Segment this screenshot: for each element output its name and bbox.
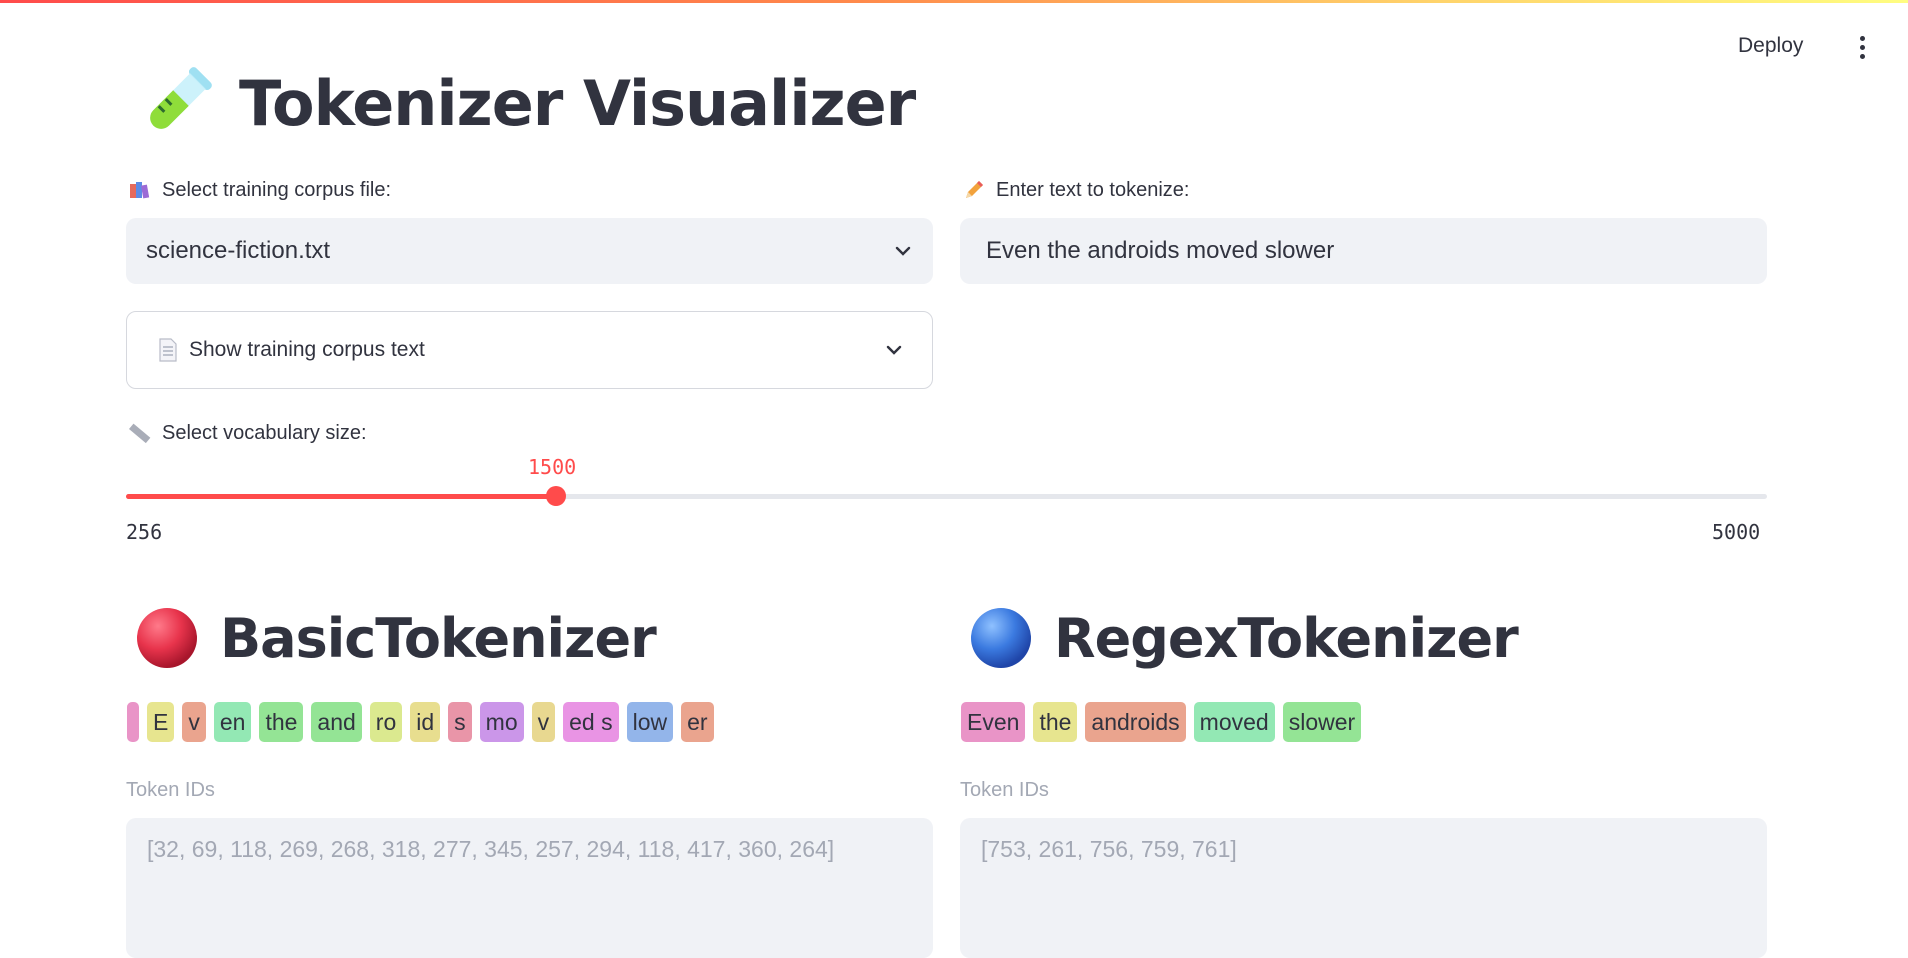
pencil-icon — [966, 181, 983, 198]
token-chip: s — [448, 702, 472, 742]
kebab-menu-icon[interactable] — [1852, 36, 1872, 62]
text-input-label: Enter text to tokenize: — [962, 178, 1189, 202]
slider-fill — [126, 494, 557, 499]
token-chip: moved — [1193, 702, 1275, 742]
corpus-label: Select training corpus file: — [128, 178, 391, 202]
chevron-down-icon — [886, 345, 902, 355]
page-title: Tokenizer Visualizer — [239, 66, 916, 140]
top-decoration-bar — [0, 0, 1908, 3]
token-chip: ed s — [563, 702, 619, 742]
chevron-down-icon — [895, 246, 911, 256]
token-chip: v — [531, 702, 556, 742]
token-chip: ro — [369, 702, 403, 742]
corpus-select-value: science-fiction.txt — [146, 237, 331, 264]
corpus-text-expander[interactable]: Show training corpus text — [126, 311, 933, 389]
slider-thumb[interactable] — [546, 486, 567, 506]
slider-min-label: 256 — [126, 520, 163, 544]
red-ball-icon — [137, 608, 197, 668]
token-chip: E — [147, 702, 175, 742]
token-chip: slower — [1282, 702, 1362, 742]
test-tube-icon — [150, 67, 212, 129]
token-chip: v — [182, 702, 206, 742]
corpus-select[interactable]: science-fiction.txt — [126, 218, 933, 284]
token-chip — [127, 702, 139, 742]
token-chip: low — [626, 702, 674, 742]
basic-token-ids-field[interactable]: [32, 69, 118, 269, 268, 318, 277, 345, 2… — [126, 818, 933, 958]
regex-token-ids-field[interactable]: [753, 261, 756, 759, 761] — [960, 818, 1767, 958]
blue-ball-icon — [971, 608, 1031, 668]
basic-token-ids-label: Token IDs — [126, 779, 215, 801]
token-chip: Even — [961, 702, 1026, 742]
page-title-row: Tokenizer Visualizer — [135, 58, 916, 148]
token-chip: and — [311, 702, 362, 742]
token-chip: en — [213, 702, 252, 742]
token-chip: the — [259, 702, 304, 742]
books-icon — [130, 182, 150, 199]
token-chip: er — [681, 702, 714, 742]
slider-max-label: 5000 — [1712, 520, 1761, 544]
basic-tokenizer-title: BasicTokenizer — [220, 606, 657, 670]
regex-tokenizer-heading: RegexTokenizer — [970, 598, 1519, 678]
token-chip: mo — [479, 702, 524, 742]
token-chip: androids — [1085, 702, 1186, 742]
tokenize-text-input[interactable] — [960, 218, 1767, 284]
basic-tokenizer-heading: BasicTokenizer — [136, 598, 657, 678]
vocab-label: Select vocabulary size: — [128, 421, 367, 445]
ruler-icon — [129, 423, 151, 444]
slider-current-value: 1500 — [528, 455, 577, 479]
token-chip: the — [1033, 702, 1078, 742]
regex-token-ids-label: Token IDs — [960, 779, 1049, 801]
token-chip: id — [410, 702, 441, 742]
document-icon — [159, 338, 177, 362]
regex-token-list: Even the androids moved slower — [961, 702, 1369, 742]
basic-token-list: Ev en the and ro id s mo v ed s low er — [127, 702, 722, 742]
regex-tokenizer-title: RegexTokenizer — [1054, 606, 1519, 670]
deploy-button[interactable]: Deploy — [1738, 34, 1803, 58]
expander-label: Show training corpus text — [189, 338, 425, 361]
